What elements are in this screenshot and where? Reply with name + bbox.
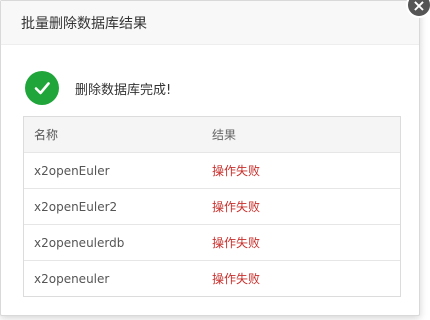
status-text: 删除数据库完成!: [75, 82, 172, 98]
table-row: x2openEuler 操作失败: [24, 152, 400, 188]
result-dialog: 批量删除数据库结果 删除数据库完成! 名称 结果 x2openEuler 操作失…: [0, 0, 420, 316]
dialog-header: 批量删除数据库结果: [1, 1, 419, 45]
table-row: x2openeuler 操作失败: [24, 260, 400, 296]
database-name: x2openEuler: [34, 163, 110, 178]
result-status: 操作失败: [212, 164, 261, 178]
close-icon: ×: [412, 0, 426, 15]
status-message: 删除数据库完成!: [25, 71, 171, 105]
success-check-icon: [25, 71, 59, 105]
table-row: x2openeulerdb 操作失败: [24, 224, 400, 260]
column-header-result: 结果: [212, 128, 237, 142]
dialog-title: 批量删除数据库结果: [21, 15, 147, 32]
database-name: x2openeuler: [34, 271, 110, 286]
result-status: 操作失败: [212, 236, 261, 250]
table-header-row: 名称 结果: [24, 117, 400, 152]
column-header-name: 名称: [34, 128, 59, 142]
database-name: x2openeulerdb: [34, 235, 125, 250]
result-table: 名称 结果 x2openEuler 操作失败 x2openEuler2 操作失败…: [23, 116, 401, 297]
table-row: x2openEuler2 操作失败: [24, 188, 400, 224]
result-status: 操作失败: [212, 200, 261, 214]
database-name: x2openEuler2: [34, 199, 118, 214]
result-status: 操作失败: [212, 272, 261, 286]
